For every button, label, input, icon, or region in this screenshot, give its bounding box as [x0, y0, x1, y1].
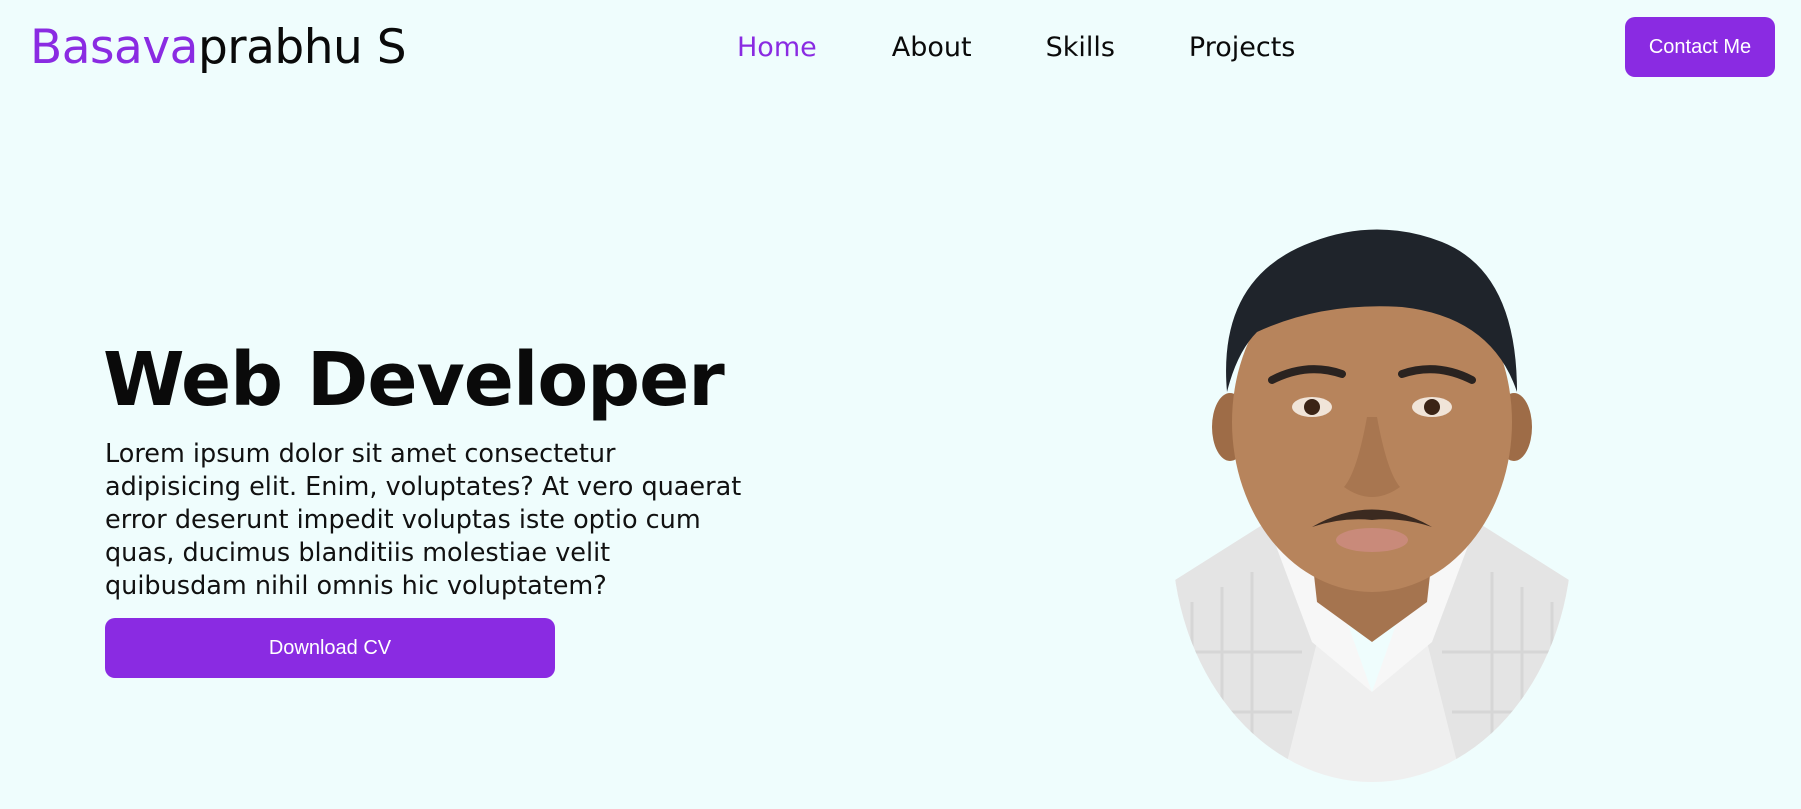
- hero-description: Lorem ipsum dolor sit amet consectetur a…: [105, 439, 742, 601]
- hero-title: Web Developer: [103, 337, 725, 423]
- download-cv-button[interactable]: Download CV: [105, 618, 555, 678]
- contact-me-button[interactable]: Contact Me: [1625, 17, 1775, 77]
- page: Basavaprabhu S Home About Skills Project…: [0, 0, 1801, 809]
- logo-rest-text: prabhu S: [197, 20, 407, 75]
- nav-home[interactable]: Home: [737, 28, 817, 68]
- logo-accent-text: Basava: [30, 20, 198, 75]
- profile-photo-icon: [1172, 222, 1572, 782]
- logo[interactable]: Basavaprabhu S: [30, 20, 407, 76]
- main-nav: Home About Skills Projects: [737, 28, 1295, 68]
- nav-skills[interactable]: Skills: [1046, 28, 1115, 68]
- site-header: Basavaprabhu S Home About Skills Project…: [0, 0, 1801, 96]
- nav-projects[interactable]: Projects: [1189, 28, 1295, 68]
- profile-photo: [1172, 222, 1572, 782]
- nav-about[interactable]: About: [892, 28, 972, 68]
